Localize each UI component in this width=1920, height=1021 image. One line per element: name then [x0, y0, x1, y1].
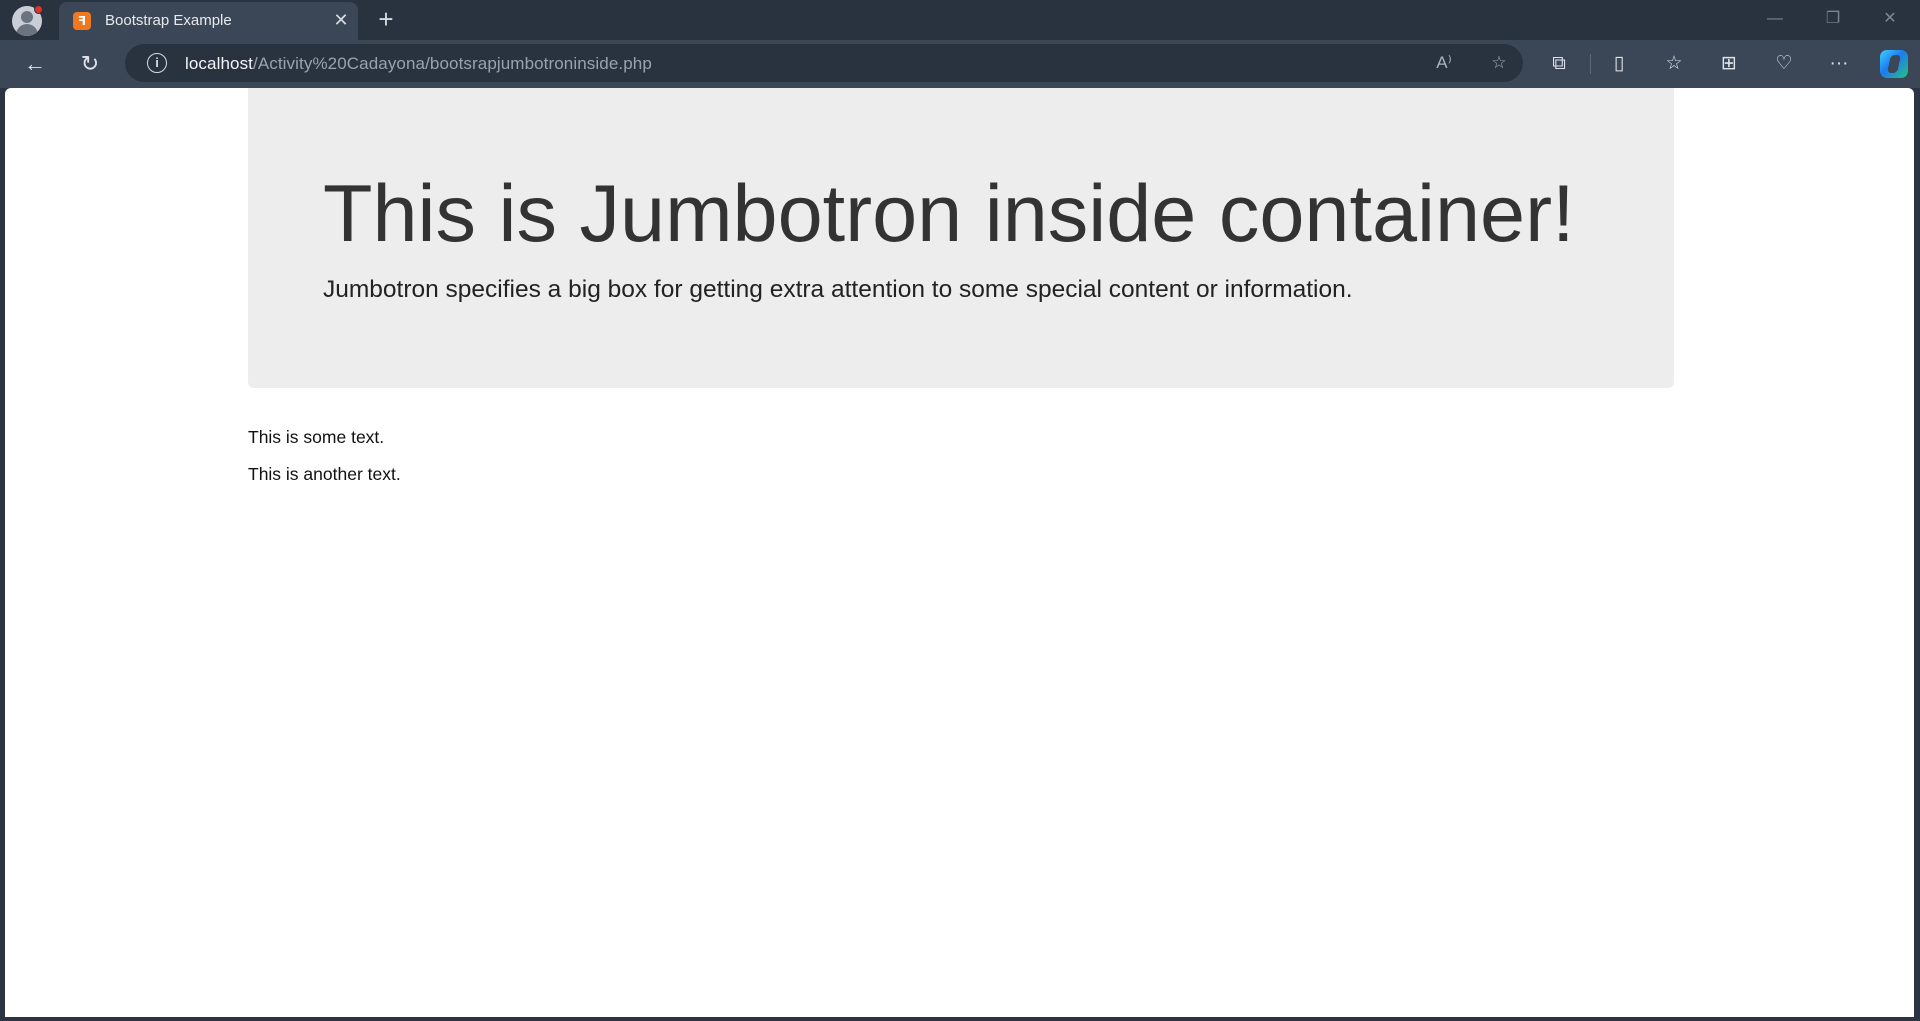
jumbotron-title: This is Jumbotron inside container!: [323, 169, 1575, 259]
url-host: localhost: [185, 54, 253, 73]
xampp-icon: ꟻ: [73, 12, 91, 30]
copilot-icon[interactable]: [1880, 50, 1908, 78]
paragraph-some-text: This is some text.: [248, 427, 385, 447]
window-close-icon[interactable]: ✕: [1875, 6, 1905, 32]
page-viewport: This is Jumbotron inside container! Jumb…: [5, 88, 1914, 1017]
favorites-icon[interactable]: ☆: [1659, 49, 1689, 79]
refresh-icon[interactable]: ↻: [75, 49, 105, 79]
avatar-head: [21, 11, 33, 23]
toolbar-divider: [1590, 54, 1591, 74]
browser-tab-active[interactable]: ꟻ Bootstrap Example ✕: [59, 2, 358, 40]
tab-title: Bootstrap Example: [105, 12, 232, 29]
url-path: /Activity%20Cadayona/bootsrapjumbotronin…: [253, 54, 652, 73]
avatar-body: [16, 24, 38, 36]
extensions-icon[interactable]: ⧉: [1544, 49, 1574, 79]
site-info-icon[interactable]: i: [147, 53, 167, 73]
minimize-icon[interactable]: —: [1760, 6, 1790, 32]
jumbotron-lead: Jumbotron specifies a big box for gettin…: [323, 276, 1353, 303]
address-bar[interactable]: i localhost/Activity%20Cadayona/bootsrap…: [125, 44, 1523, 82]
favorite-star-icon[interactable]: ☆: [1487, 51, 1511, 75]
navigation-bar: ← ↻ i localhost/Activity%20Cadayona/boot…: [0, 40, 1920, 88]
tab-strip: ꟻ Bootstrap Example ✕ + — ❐ ✕: [0, 0, 1920, 40]
split-screen-icon[interactable]: ▯: [1604, 49, 1634, 79]
url-text[interactable]: localhost/Activity%20Cadayona/bootsrapju…: [185, 54, 652, 74]
restore-icon[interactable]: ❐: [1818, 6, 1848, 32]
close-tab-icon[interactable]: ✕: [331, 10, 351, 30]
back-arrow-icon[interactable]: ←: [20, 49, 50, 79]
more-options-icon[interactable]: ···: [1824, 49, 1854, 79]
browser-essentials-icon[interactable]: ♡: [1769, 49, 1799, 79]
read-aloud-icon[interactable]: A⁾: [1432, 51, 1456, 75]
paragraph-another-text: This is another text.: [248, 464, 401, 484]
new-tab-icon[interactable]: +: [373, 6, 399, 32]
notification-dot: [34, 5, 43, 14]
collections-icon[interactable]: ⊞: [1714, 49, 1744, 79]
jumbotron: This is Jumbotron inside container! Jumb…: [248, 88, 1674, 388]
